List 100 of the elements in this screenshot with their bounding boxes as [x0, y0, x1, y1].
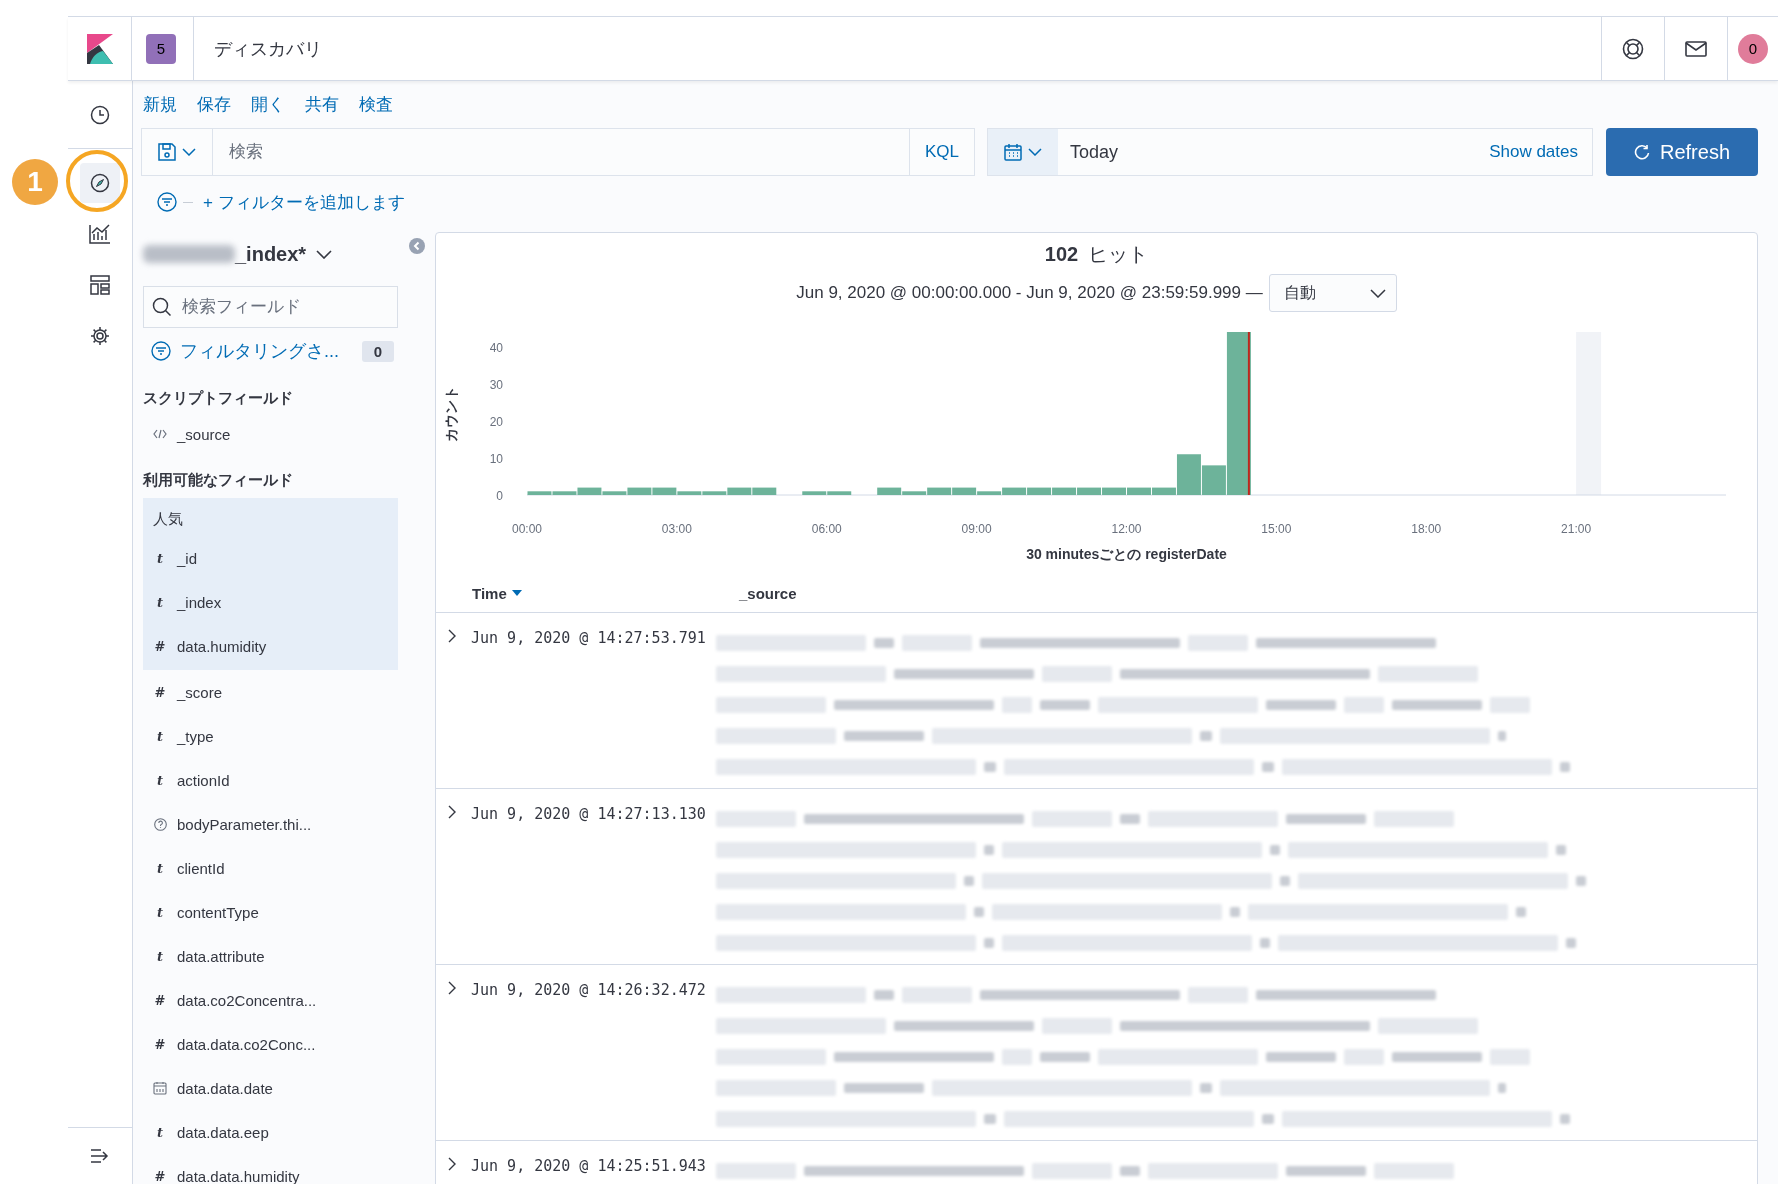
- search-input[interactable]: 検索: [213, 129, 909, 175]
- field-item[interactable]: actionId: [177, 771, 230, 789]
- field-item[interactable]: data.co2Concentra...: [177, 991, 317, 1009]
- clock-icon: [90, 104, 110, 125]
- save-icon: [158, 143, 176, 161]
- section-title: 利用可能なフィールド: [143, 470, 294, 490]
- compass-icon: [90, 172, 110, 193]
- callout-badge: 1: [12, 159, 58, 205]
- axis-tick-label: 20: [489, 414, 503, 429]
- question-icon: [153, 817, 167, 831]
- interval-select[interactable]: 自動: [1268, 274, 1397, 312]
- quick-menu-button[interactable]: [988, 129, 1058, 175]
- field-item[interactable]: contentType: [177, 903, 259, 921]
- collapse-sidebar-icon[interactable]: [408, 238, 425, 254]
- section-title: スクリプトフィールド: [143, 388, 294, 408]
- menu-link[interactable]: 検査: [359, 93, 393, 117]
- field-type-glyph: t: [157, 728, 163, 744]
- histogram-bar[interactable]: [1201, 465, 1226, 495]
- axis-tick-label: 0: [496, 489, 503, 503]
- refresh-button[interactable]: Refresh: [1606, 128, 1758, 176]
- histogram-bar[interactable]: [1226, 332, 1251, 495]
- field-type-glyph: #: [154, 684, 166, 700]
- table-cell: Jun 9, 2020 @ 14:25:51.943: [471, 1157, 706, 1175]
- field-item[interactable]: _id: [177, 549, 198, 567]
- axis-tick-label: 21:00: [1561, 522, 1592, 536]
- axis-tick-label: 15:00: [1261, 522, 1292, 536]
- menu-link[interactable]: 新規: [143, 93, 177, 117]
- hit-count: 102: [1044, 243, 1079, 265]
- hit-label: ヒット: [1088, 243, 1149, 265]
- histogram-bar[interactable]: [1027, 487, 1052, 495]
- filter-count: 0: [361, 340, 394, 362]
- date-value[interactable]: Today: [1070, 141, 1119, 163]
- field-type-glyph: t: [157, 1124, 163, 1140]
- axis-tick-label: 40: [489, 340, 503, 355]
- field-type-glyph: t: [157, 860, 163, 876]
- dashboard-icon: [90, 274, 110, 295]
- field-item[interactable]: _score: [177, 683, 223, 701]
- show-dates-link[interactable]: Show dates: [1489, 142, 1578, 162]
- column-header[interactable]: Time: [472, 584, 522, 602]
- kibana-logo[interactable]: [86, 33, 113, 64]
- menu-link[interactable]: 保存: [197, 93, 231, 117]
- column-header[interactable]: _source: [739, 584, 797, 602]
- search-bar[interactable]: 検索 KQL: [141, 128, 975, 176]
- filter-fields-link[interactable]: フィルタリングさ...: [180, 339, 339, 363]
- field-item[interactable]: data.data.co2Conc...: [177, 1035, 316, 1053]
- nav-button[interactable]: [80, 162, 120, 203]
- filter-icon[interactable]: [151, 341, 171, 361]
- axis-tick-label: 00:00: [512, 522, 542, 536]
- filter-icon[interactable]: [157, 192, 177, 212]
- axis-tick-label: 12:00: [1111, 522, 1142, 536]
- field-item[interactable]: data.humidity: [177, 637, 267, 655]
- field-item[interactable]: data.data.eep: [177, 1123, 269, 1141]
- space-badge[interactable]: 5: [146, 33, 176, 64]
- sort-caret-icon[interactable]: [511, 590, 522, 596]
- field-type-glyph: t: [157, 948, 163, 964]
- chevron-down-icon[interactable]: [316, 249, 333, 259]
- add-filter-link[interactable]: + フィルターを追加します: [203, 190, 405, 214]
- code-icon: [153, 429, 167, 439]
- caret-icon: [182, 148, 196, 156]
- menu-link[interactable]: 開く: [251, 93, 285, 117]
- caret-icon: [1028, 148, 1042, 156]
- calendar-icon: [1004, 143, 1022, 161]
- expand-chevron-icon[interactable]: [448, 629, 457, 643]
- settings-icon: [90, 325, 110, 346]
- expand-chevron-icon[interactable]: [448, 1157, 457, 1171]
- histogram-bar[interactable]: [1052, 487, 1077, 495]
- table-cell: Jun 9, 2020 @ 14:26:32.472: [471, 981, 706, 999]
- expand-chevron-icon[interactable]: [448, 805, 457, 819]
- time-range: Jun 9, 2020 @ 00:00:00.000 - Jun 9, 2020 @ 23:59:59.999 —: [796, 283, 1263, 303]
- menu-link[interactable]: 共有: [305, 93, 339, 117]
- mail-icon[interactable]: [1685, 40, 1707, 57]
- index-pattern[interactable]: _index*: [235, 242, 307, 266]
- field-item[interactable]: _index: [177, 593, 222, 611]
- field-item[interactable]: data.data.date: [177, 1079, 273, 1097]
- table-cell: Jun 9, 2020 @ 14:27:13.130: [471, 805, 706, 823]
- collapse-menu-icon[interactable]: [90, 1148, 110, 1164]
- field-item[interactable]: bodyParameter.thi...: [177, 815, 312, 833]
- axis-tick-label: 18:00: [1411, 522, 1442, 536]
- field-type-glyph: t: [157, 772, 163, 788]
- field-item[interactable]: data.data.humidity: [177, 1167, 300, 1184]
- chart-icon: [89, 223, 111, 244]
- field-type-glyph: t: [157, 550, 163, 566]
- field-type-glyph: t: [157, 904, 163, 920]
- axis-tick-label: 03:00: [661, 522, 692, 536]
- field-item[interactable]: data.attribute: [177, 947, 265, 965]
- highlight-ring: [66, 150, 128, 212]
- field-type-glyph: #: [154, 1168, 166, 1184]
- calendar-icon: [153, 1081, 167, 1095]
- help-icon[interactable]: [1622, 37, 1644, 60]
- field-item[interactable]: _type: [177, 727, 214, 745]
- axis-tick-label: 10: [489, 451, 503, 466]
- expand-chevron-icon[interactable]: [448, 981, 457, 995]
- field-type-glyph: #: [154, 1036, 166, 1052]
- axis-tick-label: 09:00: [961, 522, 992, 536]
- user-avatar[interactable]: 0: [1738, 33, 1768, 64]
- table-cell: Jun 9, 2020 @ 14:27:53.791: [471, 629, 706, 647]
- field-type-glyph: t: [157, 594, 163, 610]
- field-item[interactable]: _source: [177, 425, 231, 443]
- field-item[interactable]: clientId: [177, 859, 225, 877]
- histogram-bar[interactable]: [1176, 454, 1201, 495]
